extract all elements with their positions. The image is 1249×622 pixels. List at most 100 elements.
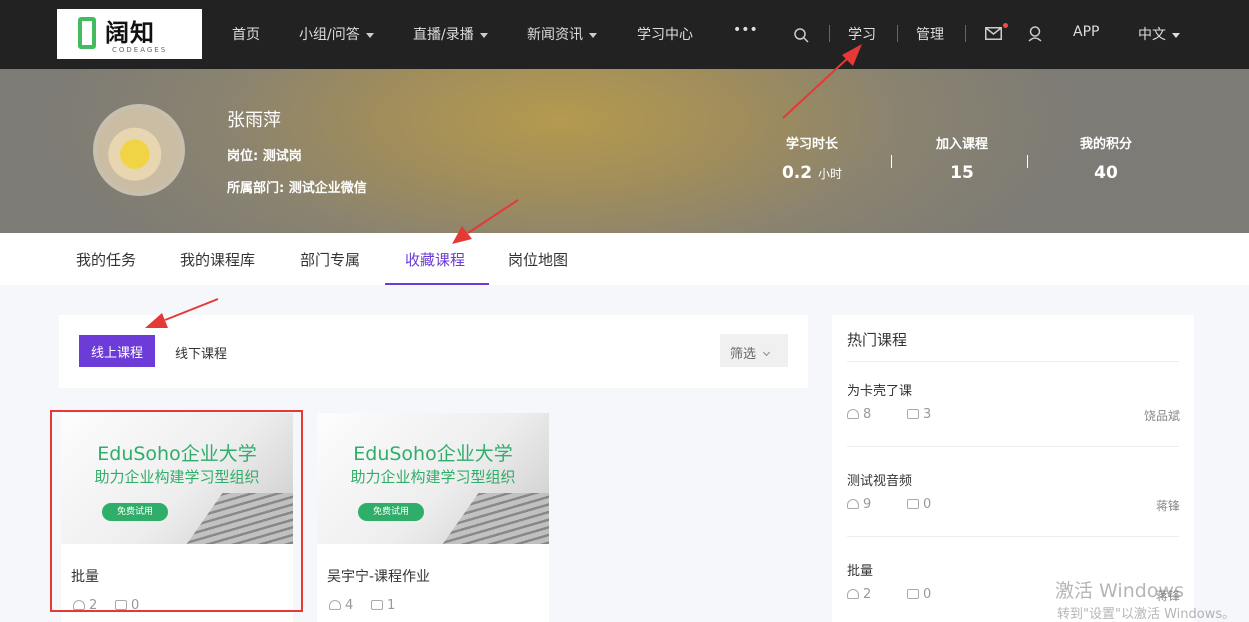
student-count-value: 4 (345, 598, 354, 613)
brand-subtitle: CODEAGES (112, 46, 168, 54)
brand-name: 阔知 (105, 19, 155, 47)
logo-mark-icon (78, 17, 96, 49)
stat-value-points: 40 (1094, 163, 1118, 183)
nav-more[interactable]: ••• (733, 22, 758, 38)
tab-favorite-courses[interactable]: 收藏课程 (405, 249, 465, 270)
stat-divider (1027, 155, 1028, 168)
nav-groups[interactable]: 小组/问答 (299, 24, 374, 44)
tab-position-map[interactable]: 岗位地图 (508, 249, 568, 270)
nav-manage[interactable]: 管理 (916, 24, 944, 44)
hot-course-title[interactable]: 批量 (847, 560, 873, 579)
search-icon[interactable] (794, 28, 809, 43)
nav-live-label: 直播/录播 (413, 27, 474, 43)
thumb-subtitle: 助力企业构建学习型组织 (350, 468, 516, 486)
divider (847, 446, 1179, 447)
users-icon (847, 499, 859, 509)
filter-label: 筛选 (730, 347, 757, 362)
course-title[interactable]: 吴宇宁-课程作业 (327, 566, 430, 586)
stat-study-time-unit: 小时 (818, 167, 843, 181)
thumb-title: EduSoho企业大学 (353, 443, 513, 465)
online-courses-button[interactable]: 线上课程 (79, 335, 155, 367)
comment-icon (907, 409, 919, 419)
stat-label-joined-courses: 加入课程 (935, 137, 988, 152)
brand-logo[interactable]: 阔知 CODEAGES (57, 9, 202, 59)
user-department: 所属部门: 测试企业微信 (227, 181, 367, 196)
hot-courses-title: 热门课程 (847, 331, 908, 349)
nav-app[interactable]: APP (1073, 24, 1099, 40)
filter-dropdown[interactable]: 筛选 (720, 334, 788, 367)
stat-label-study-time: 学习时长 (785, 137, 838, 152)
nav-news-label: 新闻资讯 (527, 27, 583, 43)
active-tab-indicator (385, 283, 489, 285)
free-trial-badge: 免费试用 (358, 503, 424, 521)
hot-course-students: 8 (847, 407, 871, 422)
hot-course-title[interactable]: 测试视音频 (847, 470, 912, 489)
user-icon[interactable] (1028, 26, 1042, 42)
stat-value-study-time: 0.2 小时 (752, 163, 872, 183)
chevron-down-icon (762, 348, 771, 357)
top-navbar: 阔知 CODEAGES 首页 小组/问答 直播/录播 新闻资讯 学习中心 •••… (0, 0, 1249, 69)
tab-my-course-library[interactable]: 我的课程库 (180, 249, 255, 270)
course-filter-bar: 线上课程 线下课程 筛选 (59, 315, 808, 388)
stat-label-points: 我的积分 (1079, 137, 1132, 152)
windows-watermark-title: 激活 Windows (1055, 580, 1184, 602)
comment-count: 1 (371, 598, 395, 613)
avatar[interactable] (93, 104, 185, 196)
tab-my-tasks[interactable]: 我的任务 (76, 249, 136, 270)
nav-home[interactable]: 首页 (232, 24, 260, 44)
course-thumbnail[interactable]: EduSoho企业大学 助力企业构建学习型组织 免费试用 (317, 413, 549, 544)
annotation-highlight-box (50, 410, 303, 612)
chevron-down-icon (1172, 32, 1180, 38)
comment-icon (907, 589, 919, 599)
nav-divider (965, 25, 966, 42)
more-dots-icon: ••• (733, 22, 758, 38)
nav-groups-label: 小组/问答 (299, 27, 360, 43)
nav-divider (829, 25, 830, 42)
comment-icon (371, 600, 383, 610)
hot-course-comments: 0 (907, 497, 931, 512)
nav-news[interactable]: 新闻资讯 (527, 24, 597, 44)
caret-down-icon (479, 32, 488, 38)
tab-department[interactable]: 部门专属 (300, 249, 360, 270)
student-count: 4 (329, 598, 353, 613)
hot-course-author[interactable]: 蒋锋 (1100, 497, 1180, 514)
nav-learning-center-label: 学习中心 (637, 27, 693, 43)
caret-down-icon (365, 32, 374, 38)
nav-study[interactable]: 学习 (848, 24, 876, 44)
language-label: 中文 (1138, 27, 1166, 43)
comment-count-value: 1 (387, 598, 396, 613)
hot-course-author[interactable]: 饶品斌 (1100, 407, 1180, 424)
laptop-image (415, 493, 549, 544)
hot-course-comments: 0 (907, 587, 931, 602)
nav-live[interactable]: 直播/录播 (413, 24, 488, 44)
nav-learning-center[interactable]: 学习中心 (637, 24, 693, 44)
windows-watermark-subtitle: 转到"设置"以激活 Windows。 (1057, 607, 1236, 622)
hot-course-students-value: 9 (863, 497, 872, 512)
mail-icon[interactable] (985, 27, 1002, 40)
hot-course-students-value: 8 (863, 407, 872, 422)
user-position: 岗位: 测试岗 (227, 149, 302, 164)
user-name: 张雨萍 (227, 110, 281, 131)
course-card[interactable]: EduSoho企业大学 助力企业构建学习型组织 免费试用 吴宇宁-课程作业 4 … (317, 413, 549, 622)
hot-course-comments-value: 0 (923, 497, 932, 512)
hot-course-students: 2 (847, 587, 871, 602)
users-icon (847, 589, 859, 599)
hot-course-students: 9 (847, 497, 871, 512)
notification-dot (1003, 23, 1008, 28)
hot-course-title[interactable]: 为卡壳了课 (847, 380, 912, 399)
profile-tabs: 我的任务 我的课程库 部门专属 收藏课程 岗位地图 (0, 233, 1249, 285)
stat-study-time-number: 0.2 (781, 163, 813, 183)
hot-course-comments-value: 3 (923, 407, 932, 422)
language-selector[interactable]: 中文 (1138, 24, 1180, 44)
hot-course-comments-value: 0 (923, 587, 932, 602)
caret-down-icon (589, 32, 597, 38)
users-icon (329, 600, 341, 610)
nav-divider (897, 25, 898, 42)
stat-value-joined-courses: 15 (950, 163, 974, 183)
divider (847, 361, 1179, 362)
hot-course-comments: 3 (907, 407, 931, 422)
hot-course-students-value: 2 (863, 587, 872, 602)
offline-courses-button[interactable]: 线下课程 (175, 343, 227, 362)
comment-icon (907, 499, 919, 509)
stat-divider (891, 155, 892, 168)
